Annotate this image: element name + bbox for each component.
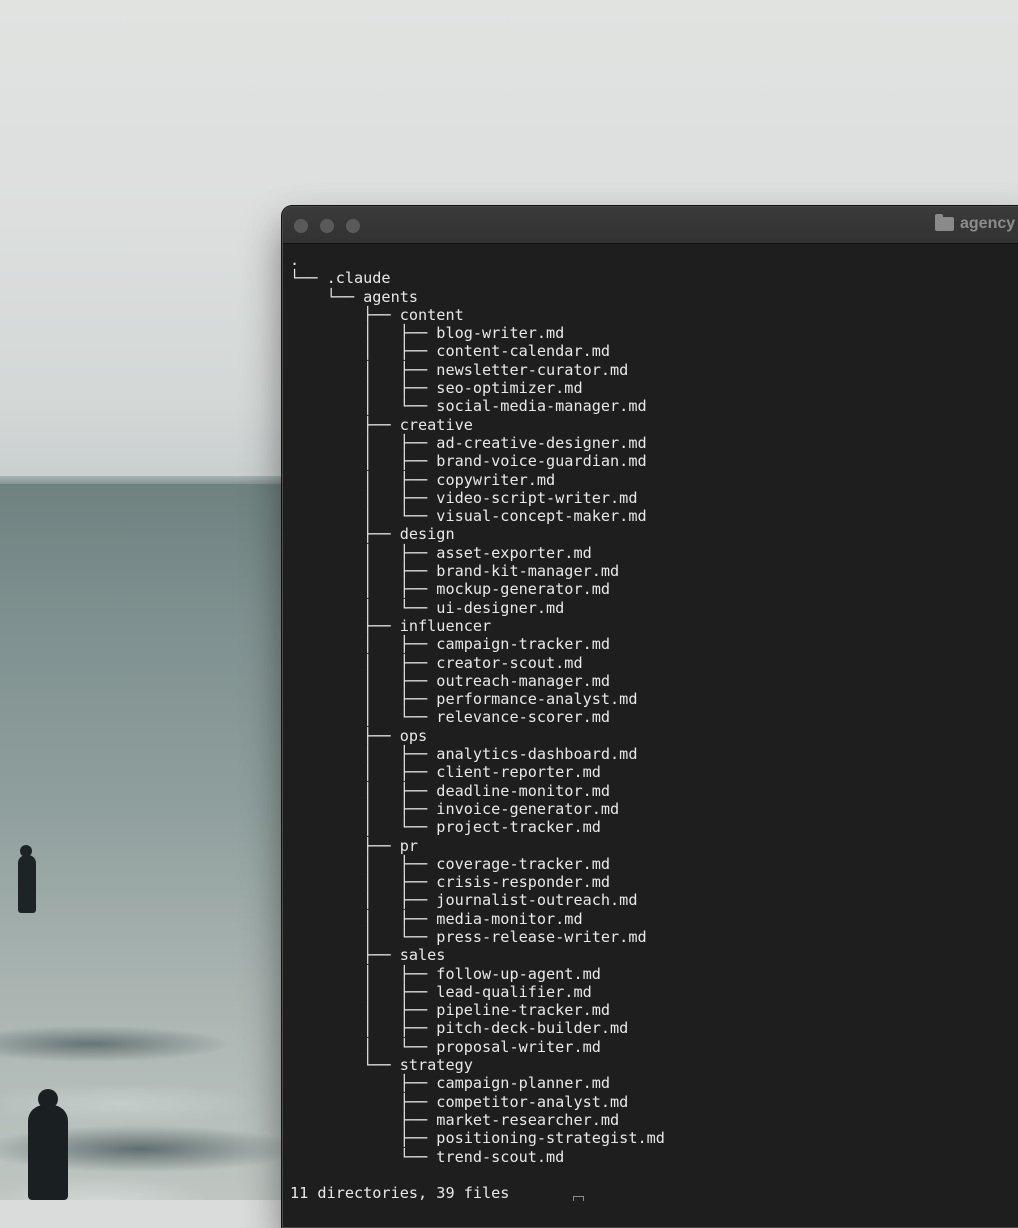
tree-line: ├── competitor-analyst.md <box>290 1092 629 1111</box>
tree-line: │ ├── analytics-dashboard.md <box>290 745 638 764</box>
wallpaper-beach-figure <box>28 1089 68 1200</box>
tree-line: │ ├── performance-analyst.md <box>290 690 638 709</box>
tree-line: └── .claude <box>290 269 391 288</box>
tree-line: │ ├── invoice-generator.md <box>290 799 620 818</box>
tree-line: │ └── project-tracker.md <box>290 818 601 837</box>
tree-line: ├── campaign-planner.md <box>290 1074 611 1093</box>
terminal-output[interactable]: . └── .claude └── agents ├── content │ ├─… <box>290 251 665 1202</box>
tree-line: │ ├── content-calendar.md <box>290 342 611 361</box>
window-title: agency <box>935 214 1016 233</box>
tree-line: │ ├── pipeline-tracker.md <box>290 1001 611 1020</box>
tree-line: │ ├── asset-exporter.md <box>290 543 592 562</box>
tree-line: │ ├── coverage-tracker.md <box>290 854 611 873</box>
tree-line: │ ├── media-monitor.md <box>290 909 583 928</box>
tree-line: │ └── social-media-manager.md <box>290 397 647 416</box>
tree-line: │ ├── seo-optimizer.md <box>290 379 583 398</box>
tree-line: │ ├── brand-kit-manager.md <box>290 562 620 581</box>
tree-line: │ └── ui-designer.md <box>290 598 565 617</box>
tree-line: │ ├── follow-up-agent.md <box>290 964 601 983</box>
tree-line: │ ├── mockup-generator.md <box>290 580 611 599</box>
tree-line: │ └── visual-concept-maker.md <box>290 507 647 526</box>
tree-line: └── trend-scout.md <box>290 1147 565 1166</box>
wallpaper-surfer-figure <box>18 845 36 913</box>
tree-line: │ ├── deadline-monitor.md <box>290 781 611 800</box>
tree-line: ├── pr <box>290 836 419 855</box>
tree-line: ├── creative <box>290 415 473 434</box>
tree-line: . <box>290 251 300 269</box>
tree-line: │ ├── campaign-tracker.md <box>290 635 611 654</box>
tree-line: │ ├── crisis-responder.md <box>290 873 611 892</box>
tree-line: └── strategy <box>290 1056 473 1075</box>
tree-line: ├── market-researcher.md <box>290 1110 620 1129</box>
tree-line: │ ├── client-reporter.md <box>290 763 601 782</box>
tree-line: │ ├── newsletter-curator.md <box>290 360 629 379</box>
folder-icon <box>935 214 954 231</box>
tree-line: │ ├── copywriter.md <box>290 470 556 489</box>
tree-line: │ ├── ad-creative-designer.md <box>290 433 647 452</box>
tree-line: ├── positioning-strategist.md <box>290 1129 665 1148</box>
tree-line: │ ├── journalist-outreach.md <box>290 891 638 910</box>
tree-line: ├── sales <box>290 946 446 965</box>
tree-line: │ ├── creator-scout.md <box>290 653 583 672</box>
tree-line: ├── design <box>290 525 455 544</box>
window-title-text: agency <box>960 215 1016 232</box>
tree-line: │ └── relevance-scorer.md <box>290 708 611 727</box>
window-titlebar[interactable]: agency <box>283 207 1018 244</box>
tree-line: ├── content <box>290 305 464 324</box>
text-cursor <box>573 1196 584 1201</box>
tree-line: │ ├── outreach-manager.md <box>290 671 611 690</box>
tree-line: ├── influencer <box>290 616 492 635</box>
tree-line: │ └── press-release-writer.md <box>290 927 647 946</box>
tree-line: │ └── proposal-writer.md <box>290 1037 601 1056</box>
tree-line: └── agents <box>290 287 419 306</box>
tree-line: │ ├── lead-qualifier.md <box>290 982 592 1001</box>
tree-line: │ ├── brand-voice-guardian.md <box>290 452 647 471</box>
minimize-window-button[interactable] <box>320 219 334 233</box>
tree-line: │ ├── pitch-deck-builder.md <box>290 1019 629 1038</box>
zoom-window-button[interactable] <box>346 219 360 233</box>
tree-line: │ ├── blog-writer.md <box>290 324 565 343</box>
tree-line: │ ├── video-script-writer.md <box>290 488 638 507</box>
tree-line: ├── ops <box>290 726 428 745</box>
terminal-window[interactable]: agency . └── .claude └── agents ├── conte… <box>282 206 1018 1228</box>
close-window-button[interactable] <box>294 219 308 233</box>
